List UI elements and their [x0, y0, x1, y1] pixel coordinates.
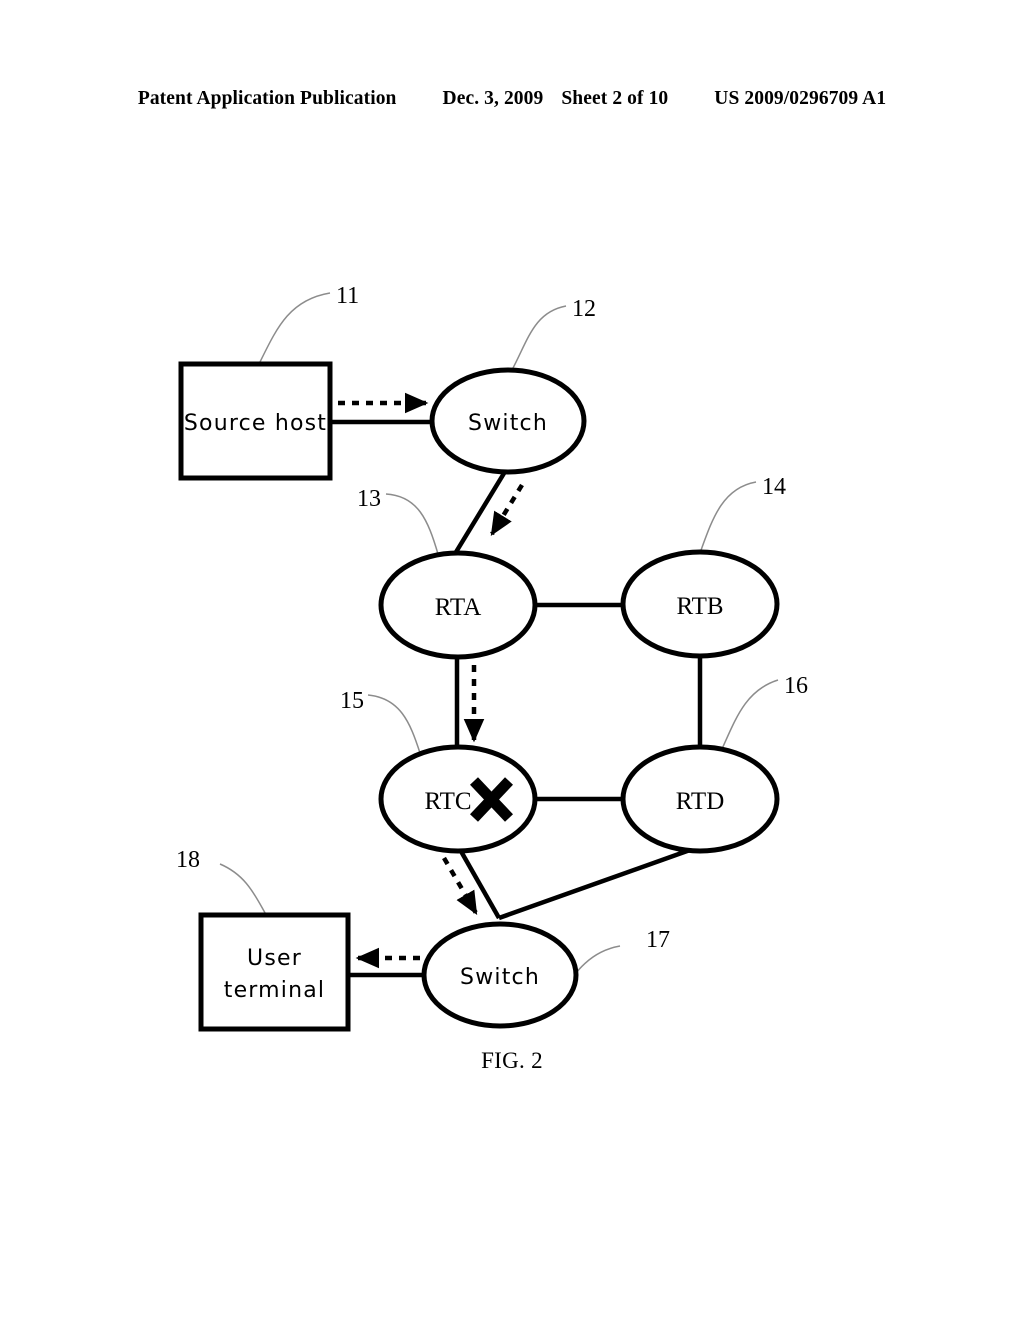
- node-user-terminal[interactable]: User terminal: [198, 912, 351, 1032]
- switch-bottom-label: Switch: [460, 965, 540, 990]
- user-terminal-box[interactable]: [198, 912, 351, 1032]
- node-switch-bottom[interactable]: Switch: [421, 921, 579, 1029]
- node-source-host[interactable]: Source host: [178, 361, 333, 481]
- switch-top-label: Switch: [468, 411, 548, 436]
- link-rtc-switch: [456, 844, 501, 920]
- leader-line-13: [385, 493, 439, 555]
- ref-numeral-17: 17: [646, 927, 670, 953]
- node-switch-top[interactable]: Switch: [429, 367, 587, 475]
- rtc-label: RTC: [424, 788, 471, 815]
- flow-arrow-switch-rta: [490, 483, 524, 536]
- rtd-label: RTD: [676, 788, 725, 815]
- leader-line-14: [699, 481, 757, 554]
- user-terminal-label-line2: terminal: [224, 978, 326, 1003]
- ref-numeral-14: 14: [762, 474, 786, 500]
- link-rtd-switch: [498, 847, 691, 921]
- node-rtd[interactable]: RTD: [620, 744, 780, 854]
- rtb-label: RTB: [676, 593, 723, 620]
- node-rtb[interactable]: RTB: [620, 549, 780, 659]
- ref-numeral-12: 12: [572, 296, 596, 322]
- leader-line-16: [721, 679, 779, 750]
- network-links: [330, 419, 703, 978]
- rta-label: RTA: [435, 594, 482, 621]
- leader-line-12: [511, 305, 567, 371]
- source-host-label: Source host: [184, 411, 327, 436]
- user-terminal-label-line1: User: [247, 946, 302, 971]
- link-switch-rta: [451, 468, 508, 559]
- figure-2-diagram: 11 12 13 14 15 16 17 18 Source host Swit…: [176, 283, 808, 1032]
- node-rta[interactable]: RTA: [378, 550, 538, 660]
- ref-numeral-18: 18: [176, 847, 200, 873]
- ref-numeral-13: 13: [357, 486, 381, 512]
- node-rtc[interactable]: RTC: [378, 744, 538, 854]
- leader-line-15: [367, 694, 421, 754]
- figure-caption: FIG. 2: [481, 1048, 543, 1073]
- ref-numeral-16: 16: [784, 673, 808, 699]
- ref-numeral-11: 11: [336, 283, 359, 309]
- ref-numeral-15: 15: [340, 688, 364, 714]
- leader-line-18: [219, 863, 269, 919]
- patent-page: Patent Application Publication Dec. 3, 2…: [0, 0, 1024, 1320]
- leader-line-11: [257, 292, 331, 367]
